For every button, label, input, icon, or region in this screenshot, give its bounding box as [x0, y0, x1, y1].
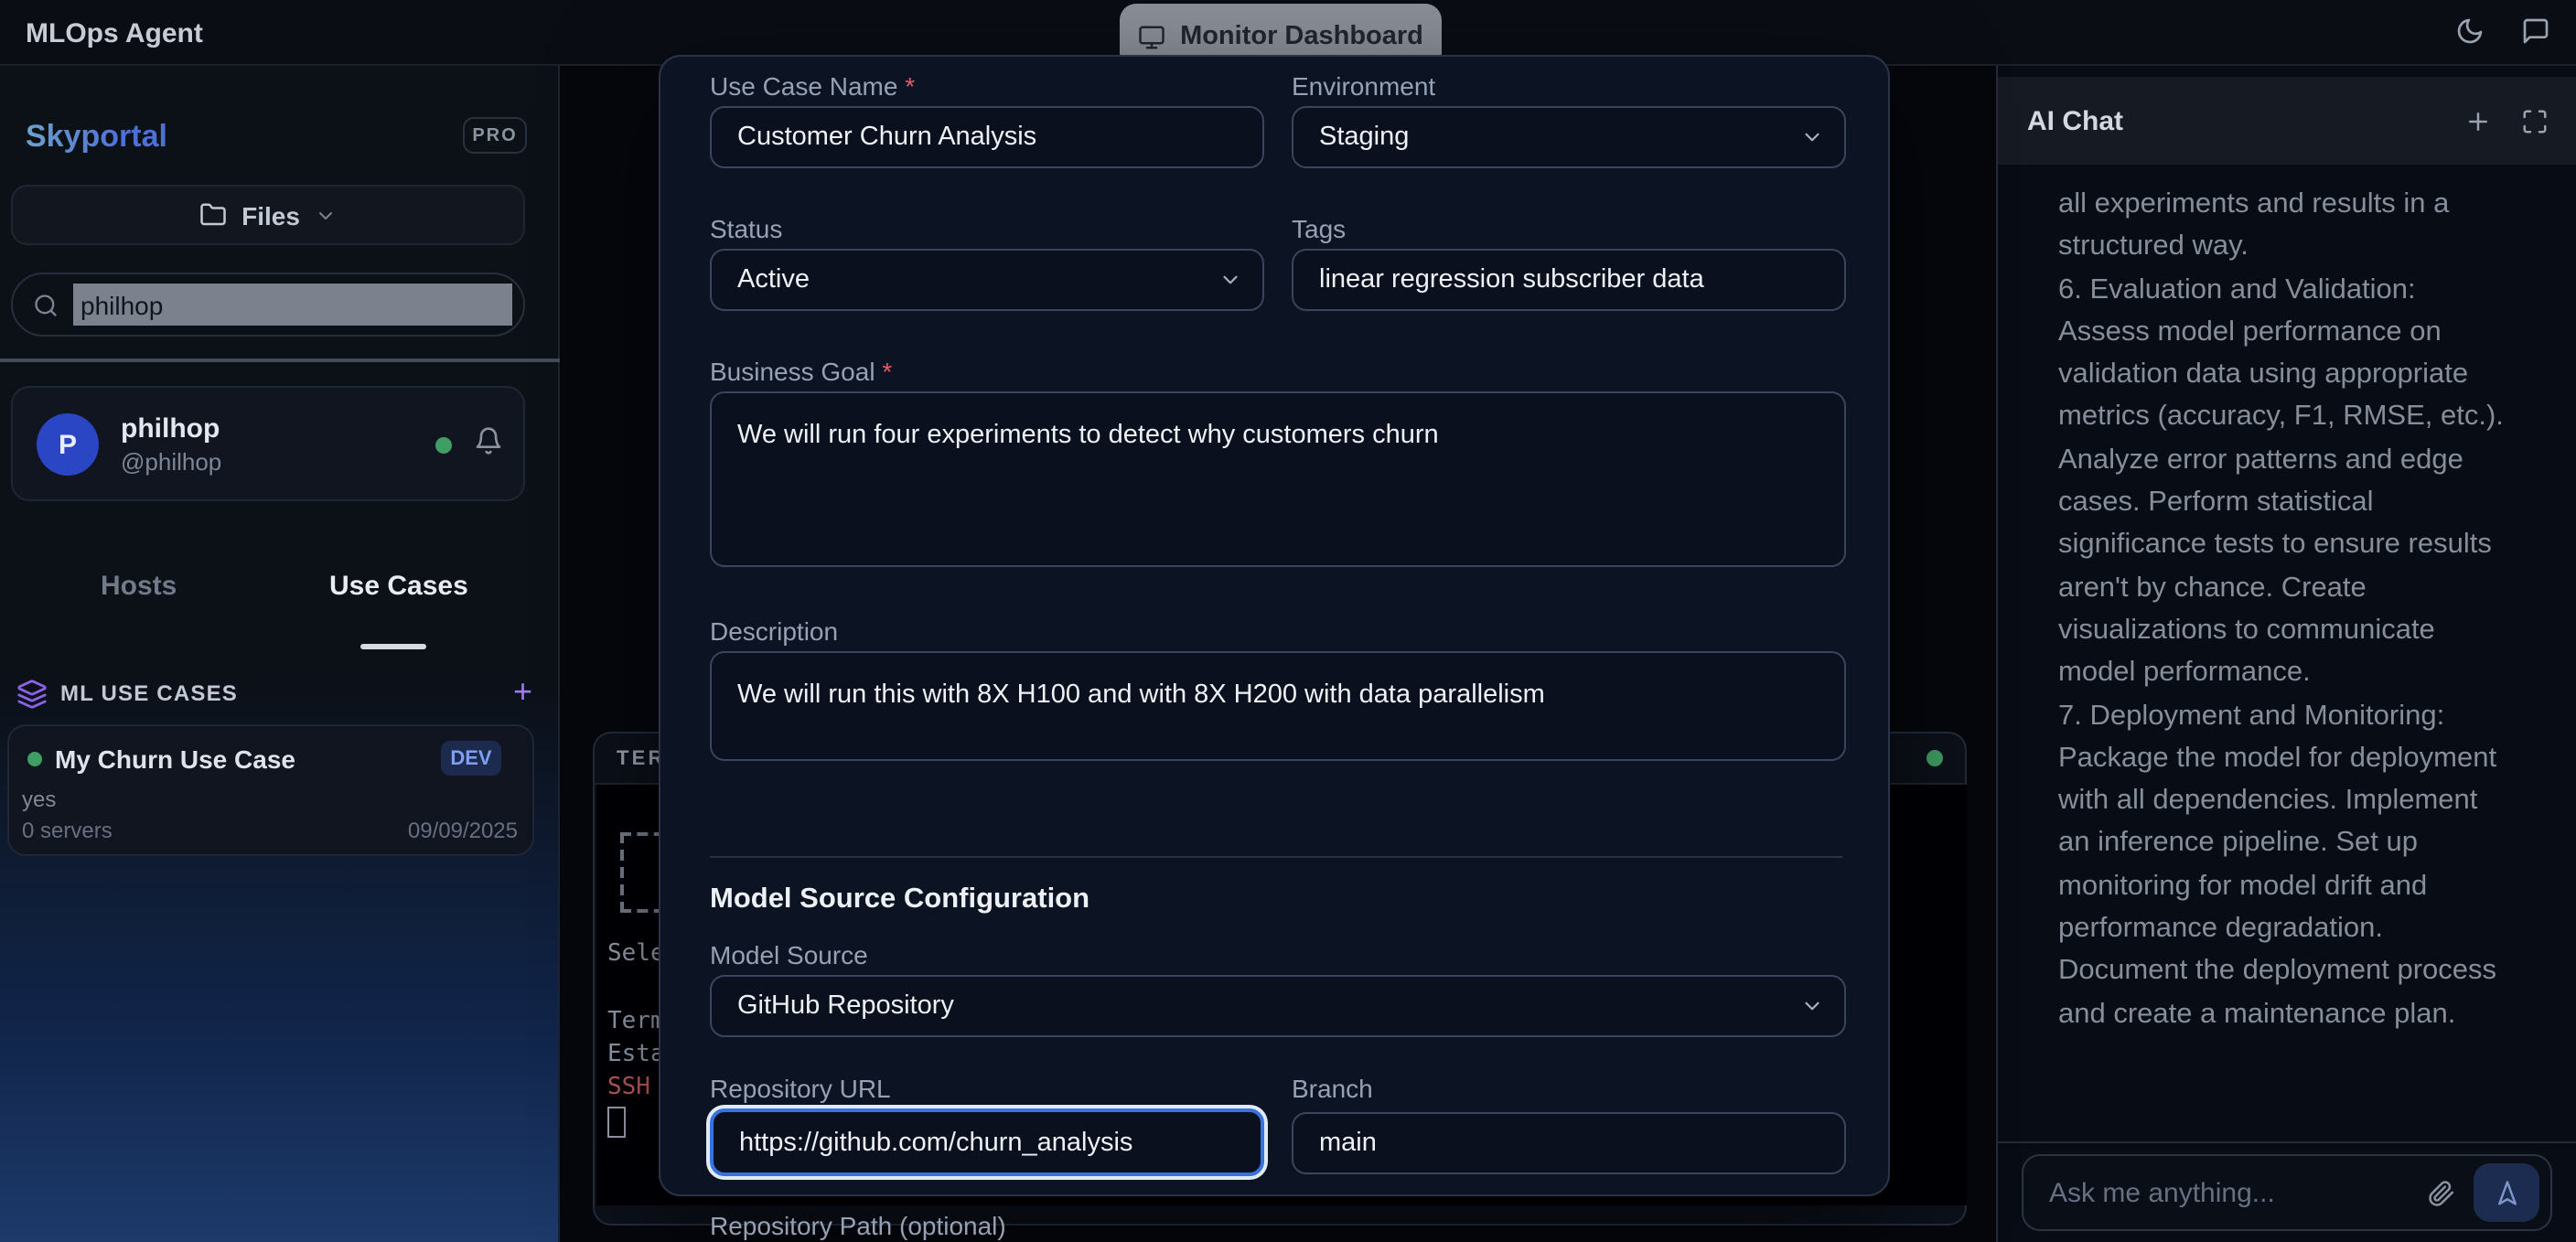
bell-icon[interactable]	[474, 426, 503, 455]
model-source-select[interactable]: GitHub Repository	[710, 975, 1846, 1037]
use-case-name-label: Use Case Name *	[710, 71, 915, 101]
folder-icon	[199, 201, 227, 229]
use-case-date: 09/09/2025	[408, 818, 518, 843]
ai-chat-placeholder: Ask me anything...	[2049, 1177, 2275, 1208]
send-button[interactable]	[2474, 1163, 2539, 1222]
user-profile-card[interactable]: P philhop @philhop	[11, 386, 525, 501]
chevron-down-icon	[1800, 125, 1824, 149]
send-icon	[2493, 1179, 2520, 1206]
avatar: P	[37, 413, 99, 476]
search-input[interactable]: philhop	[11, 273, 525, 337]
status-select[interactable]: Active	[710, 249, 1264, 311]
tags-label: Tags	[1292, 214, 1346, 243]
description-textarea[interactable]: We will run this with 8X H100 and with 8…	[710, 651, 1846, 761]
ai-chat-title: AI Chat	[2027, 105, 2123, 136]
business-goal-label: Business Goal *	[710, 357, 892, 386]
chat-bubble-icon[interactable]	[2521, 16, 2550, 46]
tab-hosts[interactable]: Hosts	[101, 571, 177, 602]
user-name: philhop	[121, 413, 220, 444]
user-status-dot	[435, 437, 452, 454]
use-case-title: My Churn Use Case	[55, 744, 295, 774]
ml-use-cases-title: ML USE CASES	[60, 680, 238, 706]
chevron-down-icon	[1800, 994, 1824, 1018]
status-label: Status	[710, 214, 782, 243]
terminal-line: Sele	[607, 940, 665, 968]
repository-url-input[interactable]: https://github.com/churn_analysis	[710, 1108, 1264, 1176]
ai-chat-header: AI Chat	[1998, 77, 2576, 165]
search-icon	[33, 292, 59, 317]
repository-path-label: Repository Path (optional)	[710, 1211, 1006, 1240]
environment-label: Environment	[1292, 71, 1435, 101]
chevron-down-icon	[1218, 268, 1242, 292]
monitor-icon	[1138, 23, 1165, 50]
search-selected-text: philhop	[73, 284, 512, 326]
app-title: MLOps Agent	[26, 18, 203, 49]
chevron-down-icon	[315, 204, 337, 226]
ai-chat-message: all experiments and results in a structu…	[2058, 183, 2538, 1035]
business-goal-textarea[interactable]: We will run four experiments to detect w…	[710, 391, 1846, 567]
required-marker: *	[882, 357, 892, 386]
app-root: TERMINAL Sele Term Esta SSH MLOps Agent …	[0, 0, 2576, 1242]
monitor-dashboard-label: Monitor Dashboard	[1180, 22, 1423, 51]
expand-icon[interactable]	[2521, 107, 2549, 134]
user-handle: @philhop	[121, 448, 221, 476]
tab-use-cases[interactable]: Use Cases	[329, 571, 468, 602]
ai-chat-panel: AI Chat all experiments and results in a…	[1996, 66, 2576, 1242]
brand-logo: Skyportal	[26, 119, 167, 155]
sidebar: Skyportal PRO Files philhop P philhop @p…	[0, 66, 560, 1242]
branch-label: Branch	[1292, 1074, 1373, 1103]
ai-chat-input[interactable]: Ask me anything...	[2022, 1154, 2552, 1231]
terminal-line: Esta	[607, 1041, 665, 1068]
terminal-cursor	[607, 1107, 626, 1138]
use-case-servers: 0 servers	[22, 818, 113, 843]
branch-input[interactable]: main	[1292, 1112, 1846, 1174]
use-case-subtitle: yes	[22, 787, 56, 812]
new-chat-plus-icon[interactable]	[2464, 107, 2492, 134]
modal-divider	[710, 856, 1842, 858]
files-dropdown-button[interactable]: Files	[11, 185, 525, 245]
required-marker: *	[905, 71, 915, 101]
use-case-name-input[interactable]: Customer Churn Analysis	[710, 106, 1264, 168]
description-label: Description	[710, 616, 838, 646]
terminal-line: Term	[607, 1008, 665, 1035]
model-source-section-title: Model Source Configuration	[710, 883, 1089, 916]
use-case-list-item[interactable]: My Churn Use Case DEV yes 0 servers 09/0…	[7, 724, 534, 856]
pro-badge: PRO	[463, 117, 527, 154]
env-badge: DEV	[441, 741, 501, 776]
terminal-line-ssh: SSH	[607, 1074, 650, 1101]
moon-icon[interactable]	[2455, 16, 2485, 46]
model-source-label: Model Source	[710, 940, 868, 969]
paperclip-icon[interactable]	[2428, 1179, 2455, 1206]
environment-select[interactable]: Staging	[1292, 106, 1846, 168]
use-case-status-dot	[27, 752, 42, 766]
terminal-status-dot	[1927, 750, 1943, 766]
active-tab-underline	[360, 644, 426, 648]
sidebar-divider	[0, 359, 560, 362]
repository-url-label: Repository URL	[710, 1074, 891, 1103]
layers-icon	[16, 679, 48, 710]
use-case-modal: Use Case Name * Customer Churn Analysis …	[659, 55, 1890, 1196]
add-use-case-button[interactable]: +	[513, 673, 532, 712]
files-label: Files	[242, 200, 300, 230]
ai-chat-footer: Ask me anything...	[1998, 1141, 2576, 1242]
tags-input[interactable]: linear regression subscriber data	[1292, 249, 1846, 311]
